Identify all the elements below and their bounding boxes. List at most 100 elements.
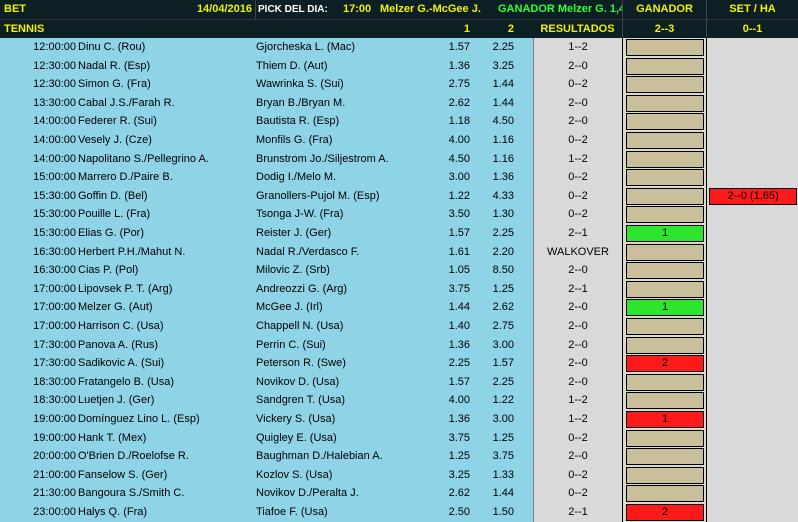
set-cell[interactable] xyxy=(706,466,798,485)
ganador-cell[interactable] xyxy=(622,205,706,224)
match-cell[interactable]: 12:00:00 Dinu C. (Rou) Gjorcheska L. (Mac)… xyxy=(0,38,533,57)
result-cell[interactable]: WALKOVER xyxy=(533,243,622,262)
ganador-cell[interactable] xyxy=(622,94,706,113)
match-cell[interactable]: 17:00:00 Harrison C. (Usa) Chappell N. (Us… xyxy=(0,317,533,336)
result-cell[interactable]: 2--0 xyxy=(533,57,622,76)
result-cell[interactable]: 2--1 xyxy=(533,224,622,243)
ganador-cell[interactable]: 1 xyxy=(622,298,706,317)
ganador-cell[interactable] xyxy=(622,168,706,187)
match-cell[interactable]: 15:00:00 Marrero D./Paire B. Dodig I./Melo… xyxy=(0,168,533,187)
result-cell[interactable]: 2--0 xyxy=(533,298,622,317)
set-cell[interactable] xyxy=(706,354,798,373)
sport-label[interactable]: TENNIS xyxy=(4,20,84,39)
result-cell[interactable]: 1--2 xyxy=(533,410,622,429)
match-cell[interactable]: 18:30:00 Fratangelo B. (Usa) Novikov D. (U… xyxy=(0,373,533,392)
set-cell[interactable] xyxy=(706,57,798,76)
set-cell[interactable] xyxy=(706,261,798,280)
set-cell[interactable] xyxy=(706,112,798,131)
ganador-cell[interactable] xyxy=(622,280,706,299)
set-cell[interactable] xyxy=(706,280,798,299)
bet-label[interactable]: BET xyxy=(4,0,64,19)
match-cell[interactable]: 17:00:00 Lipovsek P. T. (Arg) Andreozzi G.… xyxy=(0,280,533,299)
result-cell[interactable]: 0--2 xyxy=(533,131,622,150)
ganador-cell[interactable] xyxy=(622,131,706,150)
set-cell[interactable] xyxy=(706,447,798,466)
result-cell[interactable]: 0--2 xyxy=(533,75,622,94)
set-sub-header[interactable]: 0--1 xyxy=(706,20,798,39)
set-cell[interactable] xyxy=(706,224,798,243)
set-cell[interactable] xyxy=(706,429,798,448)
result-cell[interactable]: 0--2 xyxy=(533,466,622,485)
result-cell[interactable]: 1--2 xyxy=(533,150,622,169)
match-cell[interactable]: 20:00:00 O'Brien D./Roelofse R. Baughman D… xyxy=(0,447,533,466)
result-cell[interactable]: 2--0 xyxy=(533,354,622,373)
result-cell[interactable]: 2--0 xyxy=(533,447,622,466)
set-cell[interactable] xyxy=(706,373,798,392)
result-cell[interactable]: 2--0 xyxy=(533,317,622,336)
ganador-cell[interactable] xyxy=(622,466,706,485)
match-cell[interactable]: 12:30:00 Nadal R. (Esp) Thiem D. (Aut) 1.36… xyxy=(0,57,533,76)
match-cell[interactable]: 21:30:00 Bangoura S./Smith C. Novikov D./P… xyxy=(0,484,533,503)
set-cell[interactable] xyxy=(706,410,798,429)
match-cell[interactable]: 17:30:00 Panova A. (Rus) Perrin C. (Sui) 1.… xyxy=(0,336,533,355)
result-cell[interactable]: 1--2 xyxy=(533,391,622,410)
result-cell[interactable]: 0--2 xyxy=(533,205,622,224)
ganador-cell[interactable] xyxy=(622,484,706,503)
set-cell[interactable] xyxy=(706,484,798,503)
match-cell[interactable]: 19:00:00 Hank T. (Mex) Quigley E. (Usa) 3.7… xyxy=(0,429,533,448)
set-cell[interactable] xyxy=(706,38,798,57)
set-cell[interactable] xyxy=(706,298,798,317)
ganador-cell[interactable] xyxy=(622,150,706,169)
ganador-header[interactable]: GANADOR xyxy=(622,0,706,19)
pick-match[interactable]: Melzer G.-McGee J. xyxy=(380,0,498,19)
result-cell[interactable]: 0--2 xyxy=(533,429,622,448)
set-cell[interactable] xyxy=(706,94,798,113)
set-header[interactable]: SET / HA xyxy=(706,0,798,19)
result-cell[interactable]: 0--2 xyxy=(533,187,622,206)
set-cell[interactable] xyxy=(706,168,798,187)
match-cell[interactable]: 16:30:00 Herbert P.H./Mahut N. Nadal R./Ve… xyxy=(0,243,533,262)
set-cell[interactable] xyxy=(706,205,798,224)
set-cell[interactable] xyxy=(706,391,798,410)
ganador-cell[interactable]: 2 xyxy=(622,354,706,373)
odds2-header[interactable]: 2 xyxy=(474,20,514,39)
ganador-cell[interactable] xyxy=(622,391,706,410)
match-cell[interactable]: 21:00:00 Fanselow S. (Ger) Kozlov S. (Usa)… xyxy=(0,466,533,485)
set-cell[interactable]: 2--0 (1,65) xyxy=(706,187,798,206)
match-cell[interactable]: 14:00:00 Vesely J. (Cze) Monfils G. (Fra) 4… xyxy=(0,131,533,150)
odds1-header[interactable]: 1 xyxy=(432,20,470,39)
ganador-sub-header[interactable]: 2--3 xyxy=(622,20,706,39)
ganador-cell[interactable]: 2 xyxy=(622,503,706,522)
result-cell[interactable]: 1--2 xyxy=(533,38,622,57)
match-cell[interactable]: 14:00:00 Napolitano S./Pellegrino A. Bruns… xyxy=(0,150,533,169)
result-cell[interactable]: 2--1 xyxy=(533,503,622,522)
match-cell[interactable]: 19:00:00 Domínguez Lino L. (Esp) Vickery S… xyxy=(0,410,533,429)
match-cell[interactable]: 17:30:00 Sadikovic A. (Sui) Peterson R. (S… xyxy=(0,354,533,373)
result-cell[interactable]: 2--0 xyxy=(533,336,622,355)
set-cell[interactable] xyxy=(706,131,798,150)
result-cell[interactable]: 2--0 xyxy=(533,261,622,280)
match-cell[interactable]: 23:00:00 Halys Q. (Fra) Tiafoe F. (Usa) 2.5… xyxy=(0,503,533,522)
ganador-cell[interactable] xyxy=(622,75,706,94)
ganador-cell[interactable]: 1 xyxy=(622,410,706,429)
date-label[interactable]: 14/04/2016 xyxy=(166,0,252,19)
ganador-cell[interactable] xyxy=(622,317,706,336)
pick-time[interactable]: 17:00 xyxy=(343,0,379,19)
match-cell[interactable]: 18:30:00 Luetjen J. (Ger) Sandgren T. (Usa… xyxy=(0,391,533,410)
set-cell[interactable] xyxy=(706,317,798,336)
ganador-cell[interactable]: 1 xyxy=(622,224,706,243)
set-cell[interactable] xyxy=(706,336,798,355)
ganador-cell[interactable] xyxy=(622,112,706,131)
match-cell[interactable]: 17:00:00 Melzer G. (Aut) McGee J. (Irl) 1.4… xyxy=(0,298,533,317)
pick-label[interactable]: PICK DEL DIA: xyxy=(255,0,341,19)
pick-winner[interactable]: GANADOR Melzer G. 1,44 xyxy=(498,0,622,19)
ganador-cell[interactable] xyxy=(622,187,706,206)
ganador-cell[interactable] xyxy=(622,38,706,57)
result-cell[interactable]: 0--2 xyxy=(533,484,622,503)
result-cell[interactable]: 2--0 xyxy=(533,373,622,392)
match-cell[interactable]: 14:00:00 Federer R. (Sui) Bautista R. (Esp… xyxy=(0,112,533,131)
ganador-cell[interactable] xyxy=(622,373,706,392)
result-cell[interactable]: 2--0 xyxy=(533,112,622,131)
resultados-header[interactable]: RESULTADOS xyxy=(533,20,622,39)
set-cell[interactable] xyxy=(706,243,798,262)
